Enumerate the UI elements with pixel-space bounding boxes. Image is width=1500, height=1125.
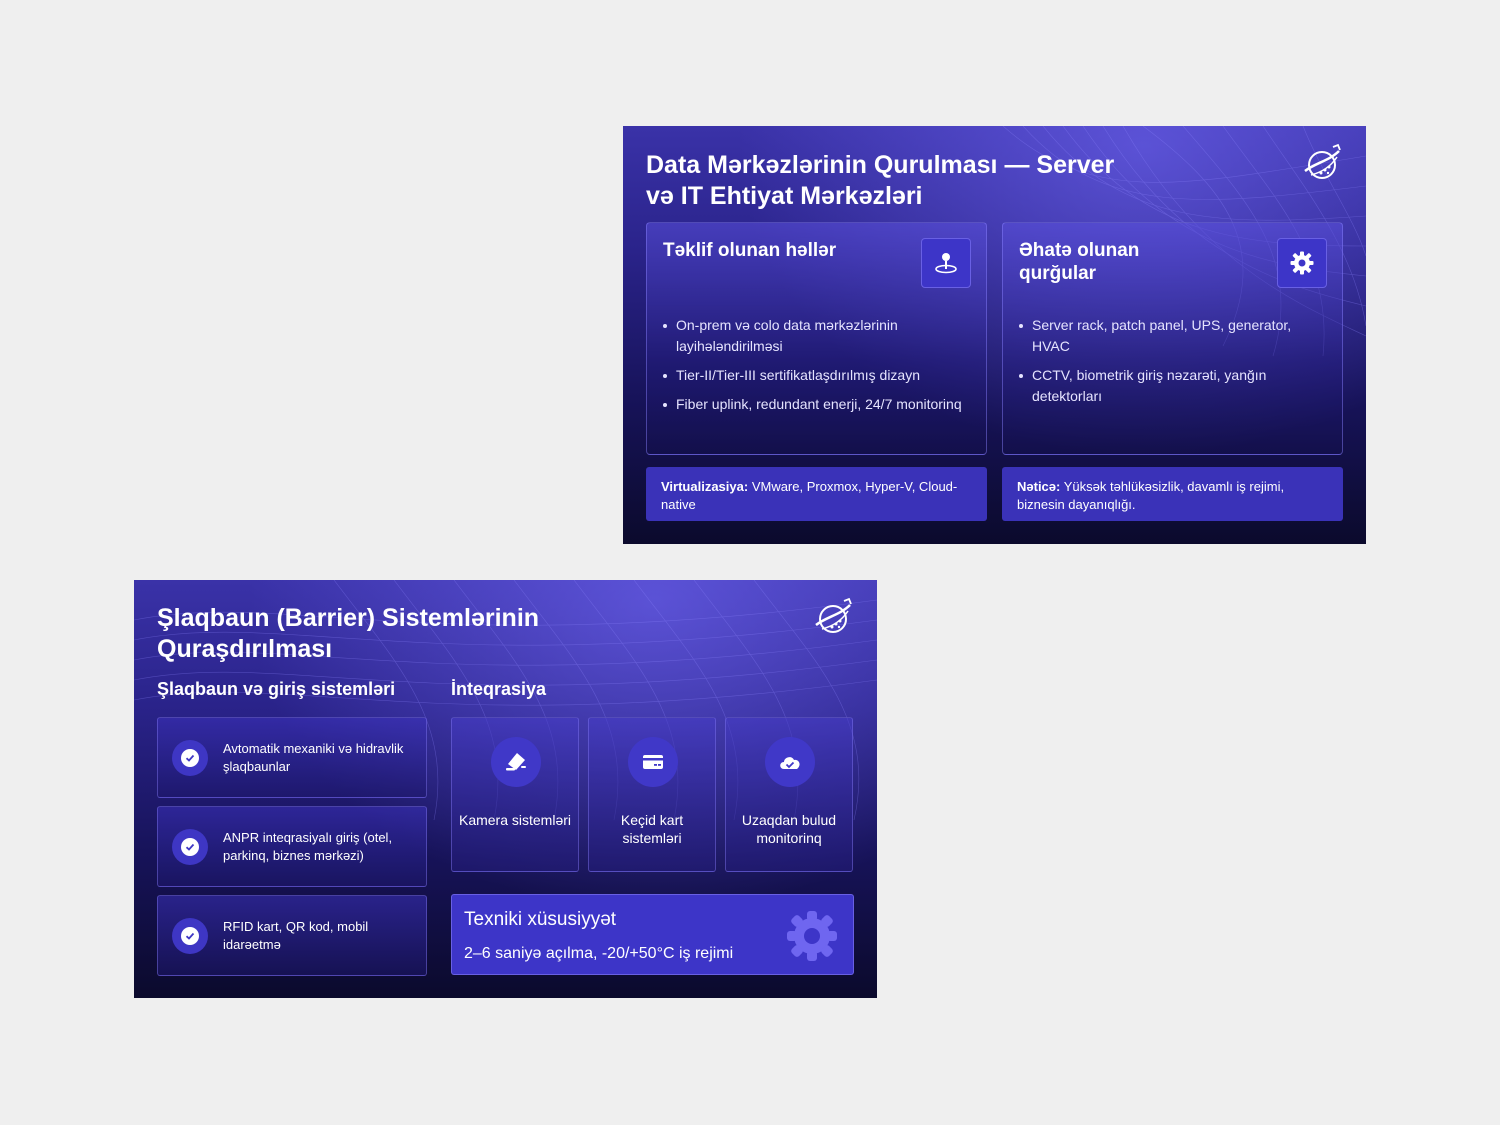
- note-label: Nəticə:: [1017, 479, 1061, 494]
- checklist-text: RFID kart, QR kod, mobil idarəetmə: [223, 919, 369, 952]
- card-icon: [628, 737, 678, 787]
- slide-title-line2: və IT Ehtiyat Mərkəzləri: [646, 182, 923, 210]
- integration-card-cloud: Uzaqdan bulud monitorinq: [725, 717, 853, 872]
- solutions-list: On-prem və colo data mərkəzlərinin layih…: [663, 315, 968, 423]
- camera-icon: [491, 737, 541, 787]
- checklist-item: ANPR inteqrasiyalı giriş (otel, parkinq,…: [157, 806, 427, 887]
- list-item: Server rack, patch panel, UPS, generator…: [1019, 315, 1324, 357]
- equipment-list: Server rack, patch panel, UPS, generator…: [1019, 315, 1324, 415]
- note-virtualization: Virtualizasiya: VMware, Proxmox, Hyper-V…: [646, 467, 987, 521]
- integration-card-access-card: Keçid kart sistemləri: [588, 717, 716, 872]
- integration-card-camera: Kamera sistemləri: [451, 717, 579, 872]
- check-icon: [172, 918, 208, 954]
- slide-data-centers: Data Mərkəzlərinin Qurulması — Server və…: [623, 126, 1366, 544]
- slide-barrier-systems: Şlaqbaun (Barrier) Sistemlərinin Quraşdı…: [134, 580, 877, 998]
- technical-specs-box: Texniki xüsusiyyət 2–6 saniyə açılma, -2…: [451, 894, 854, 975]
- card-title: Əhatə olunan qurğular: [1019, 240, 1140, 284]
- integration-label: Keçid kart sistemləri: [620, 812, 684, 846]
- checklist-text: Avtomatik mexaniki və hidravlik şlaqbaun…: [223, 741, 404, 774]
- list-item: CCTV, biometrik giriş nəzarəti, yanğın d…: [1019, 365, 1324, 407]
- slide-title-line2: Quraşdırılması: [157, 635, 333, 663]
- tech-title: Texniki xüsusiyyət: [464, 909, 617, 930]
- check-icon: [172, 740, 208, 776]
- list-item: On-prem və colo data mərkəzlərinin layih…: [663, 315, 968, 357]
- slide-title-line1: Data Mərkəzlərinin Qurulması — Server: [646, 151, 1115, 179]
- gear-icon: [787, 911, 837, 961]
- gear-icon: [1277, 238, 1327, 288]
- checklist-text: ANPR inteqrasiyalı giriş (otel, parkinq,…: [223, 830, 393, 863]
- section-heading-barriers: Şlaqbaun və giriş sistemləri: [157, 679, 396, 699]
- slide-title: Data Mərkəzlərinin Qurulması — Server və…: [646, 150, 1206, 212]
- card-covered-equipment: Əhatə olunan qurğular Server rack, patch…: [1002, 222, 1343, 455]
- slide-title: Şlaqbaun (Barrier) Sistemlərinin Quraşdı…: [157, 603, 717, 665]
- globe-satellite-logo-icon: [1304, 143, 1341, 179]
- list-item: Tier-II/Tier-III sertifikatlaşdırılmış d…: [663, 365, 968, 386]
- checklist-item: Avtomatik mexaniki və hidravlik şlaqbaun…: [157, 717, 427, 798]
- tech-subtitle: 2–6 saniyə açılma, -20/+50°C iş rejimi: [464, 945, 734, 962]
- cloud-check-icon: [765, 737, 815, 787]
- integration-label: Uzaqdan bulud monitorinq: [741, 812, 837, 846]
- globe-satellite-logo-icon: [815, 597, 852, 633]
- card-title: Təklif olunan həllər: [663, 240, 837, 261]
- card-offered-solutions: Təklif olunan həllər On-prem və colo dat…: [646, 222, 987, 455]
- section-heading-integration: İnteqrasiya: [451, 679, 547, 699]
- location-pin-icon: [921, 238, 971, 288]
- check-icon: [172, 829, 208, 865]
- checklist-item: RFID kart, QR kod, mobil idarəetmə: [157, 895, 427, 976]
- integration-label: Kamera sistemləri: [458, 812, 572, 828]
- note-label: Virtualizasiya:: [661, 479, 749, 494]
- slide-title-line1: Şlaqbaun (Barrier) Sistemlərinin: [157, 604, 540, 632]
- list-item: Fiber uplink, redundant enerji, 24/7 mon…: [663, 394, 968, 415]
- note-result: Nəticə: Yüksək təhlükəsizlik, davamlı iş…: [1002, 467, 1343, 521]
